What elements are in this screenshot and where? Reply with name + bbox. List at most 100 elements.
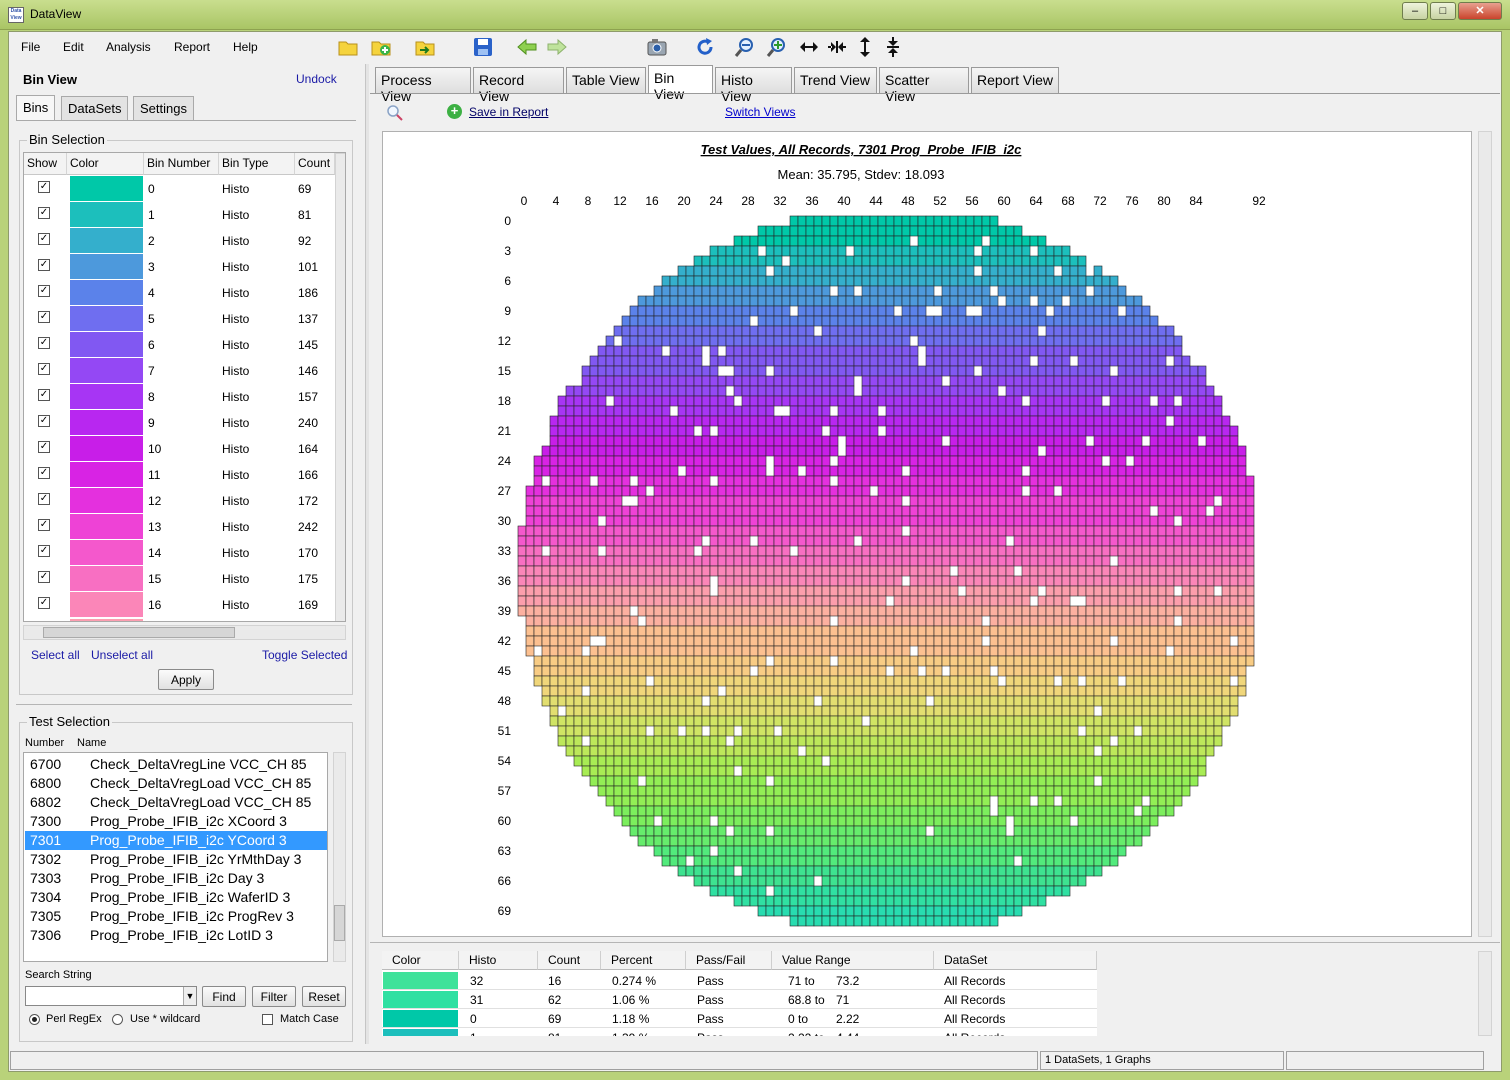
wafer-die[interactable] xyxy=(1037,295,1047,307)
wafer-die[interactable] xyxy=(717,385,727,397)
wafer-die[interactable] xyxy=(869,775,879,787)
wafer-die[interactable] xyxy=(789,315,799,327)
wafer-die[interactable] xyxy=(1021,745,1031,757)
wafer-die[interactable] xyxy=(1037,655,1047,667)
wafer-die[interactable] xyxy=(653,305,663,317)
wafer-die[interactable] xyxy=(789,795,799,807)
wafer-die[interactable] xyxy=(917,545,927,557)
wafer-die[interactable] xyxy=(1077,815,1087,827)
wafer-die[interactable] xyxy=(1061,705,1071,717)
wafer-die[interactable] xyxy=(661,275,671,287)
wafer-die[interactable] xyxy=(1133,455,1143,467)
wafer-die[interactable] xyxy=(773,555,783,567)
wafer-die[interactable] xyxy=(965,685,975,697)
wafer-die[interactable] xyxy=(565,405,575,417)
wafer-die[interactable] xyxy=(997,715,1007,727)
wafer-die[interactable] xyxy=(1117,775,1127,787)
wafer-die[interactable] xyxy=(661,745,671,757)
bin-row[interactable]: ✓ 7 Histo 146 xyxy=(24,357,334,383)
wafer-die[interactable] xyxy=(789,215,799,227)
wafer-die[interactable] xyxy=(1093,665,1103,677)
wafer-die[interactable] xyxy=(845,605,855,617)
wafer-die[interactable] xyxy=(1045,825,1055,837)
wafer-die[interactable] xyxy=(1013,645,1023,657)
wafer-die[interactable] xyxy=(677,655,687,667)
wafer-die[interactable] xyxy=(1213,735,1223,747)
wafer-die[interactable] xyxy=(1021,445,1031,457)
wafer-die[interactable] xyxy=(741,455,751,467)
wafer-die[interactable] xyxy=(973,685,983,697)
wafer-die[interactable] xyxy=(813,225,823,237)
wafer-die[interactable] xyxy=(565,435,575,447)
wafer-die[interactable] xyxy=(621,435,631,447)
wafer-die[interactable] xyxy=(813,615,823,627)
wafer-die[interactable] xyxy=(605,385,615,397)
wafer-die[interactable] xyxy=(1221,525,1231,537)
wafer-die[interactable] xyxy=(789,515,799,527)
wafer-die[interactable] xyxy=(1037,395,1047,407)
wafer-die[interactable] xyxy=(925,295,935,307)
wafer-die[interactable] xyxy=(605,375,615,387)
wafer-die[interactable] xyxy=(709,695,719,707)
wafer-die[interactable] xyxy=(733,425,743,437)
wafer-die[interactable] xyxy=(653,575,663,587)
wafer-die[interactable] xyxy=(1245,635,1255,647)
wafer-die[interactable] xyxy=(717,715,727,727)
wafer-die[interactable] xyxy=(1005,835,1015,847)
wafer-die[interactable] xyxy=(1245,645,1255,657)
wafer-die[interactable] xyxy=(781,775,791,787)
wafer-die[interactable] xyxy=(893,715,903,727)
wafer-die[interactable] xyxy=(1213,565,1223,577)
wafer-die[interactable] xyxy=(637,765,647,777)
wafer-die[interactable] xyxy=(1197,725,1207,737)
wafer-die[interactable] xyxy=(701,335,711,347)
wafer-die[interactable] xyxy=(1197,695,1207,707)
wafer-die[interactable] xyxy=(805,225,815,237)
wafer-die[interactable] xyxy=(917,485,927,497)
wafer-die[interactable] xyxy=(773,325,783,337)
wafer-die[interactable] xyxy=(845,275,855,287)
wafer-die[interactable] xyxy=(845,235,855,247)
wafer-die[interactable] xyxy=(821,745,831,757)
wafer-die[interactable] xyxy=(837,685,847,697)
wafer-die[interactable] xyxy=(933,725,943,737)
wafer-die[interactable] xyxy=(733,615,743,627)
wafer-die[interactable] xyxy=(701,545,711,557)
wafer-die[interactable] xyxy=(845,305,855,317)
wafer-die[interactable] xyxy=(1205,615,1215,627)
wafer-die[interactable] xyxy=(581,725,591,737)
wafer-die[interactable] xyxy=(861,445,871,457)
wafer-die[interactable] xyxy=(1101,575,1111,587)
wafer-die[interactable] xyxy=(837,645,847,657)
wafer-die[interactable] xyxy=(533,555,543,567)
wafer-die[interactable] xyxy=(573,755,583,767)
wafer-die[interactable] xyxy=(661,785,671,797)
wafer-die[interactable] xyxy=(965,415,975,427)
wafer-die[interactable] xyxy=(1109,485,1119,497)
wafer-die[interactable] xyxy=(917,745,927,757)
wafer-die[interactable] xyxy=(1133,495,1143,507)
wafer-die[interactable] xyxy=(1061,635,1071,647)
wafer-die[interactable] xyxy=(709,595,719,607)
wafer-die[interactable] xyxy=(965,825,975,837)
wafer-die[interactable] xyxy=(717,735,727,747)
wafer-die[interactable] xyxy=(973,325,983,337)
wafer-die[interactable] xyxy=(965,745,975,757)
wafer-die[interactable] xyxy=(661,355,671,367)
wafer-die[interactable] xyxy=(717,625,727,637)
wafer-die[interactable] xyxy=(645,425,655,437)
wafer-die[interactable] xyxy=(1157,395,1167,407)
wafer-die[interactable] xyxy=(629,505,639,517)
wafer-die[interactable] xyxy=(781,805,791,817)
wafer-die[interactable] xyxy=(1181,575,1191,587)
wafer-die[interactable] xyxy=(1005,555,1015,567)
wafer-die[interactable] xyxy=(765,355,775,367)
wafer-die[interactable] xyxy=(781,435,791,447)
wafer-die[interactable] xyxy=(725,295,735,307)
wafer-die[interactable] xyxy=(917,515,927,527)
wafer-die[interactable] xyxy=(1181,625,1191,637)
wafer-die[interactable] xyxy=(901,655,911,667)
wafer-die[interactable] xyxy=(973,385,983,397)
wafer-die[interactable] xyxy=(1013,395,1023,407)
wafer-die[interactable] xyxy=(853,345,863,357)
